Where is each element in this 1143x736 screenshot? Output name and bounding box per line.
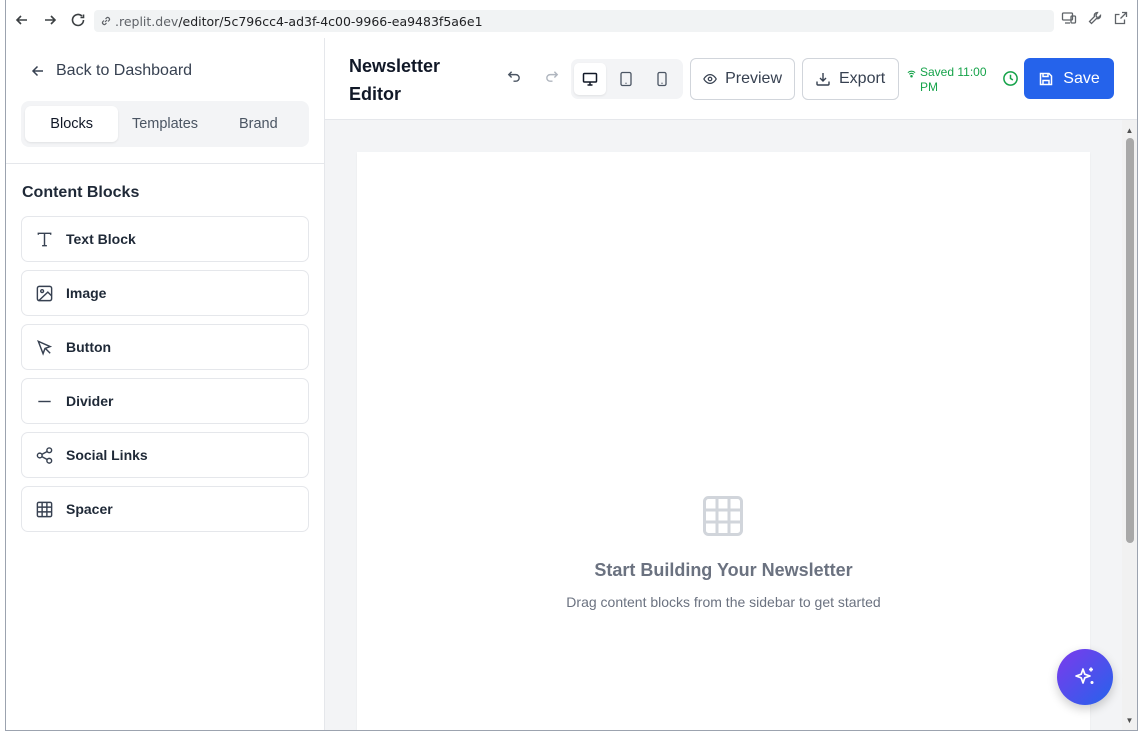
- sidebar-divider: [6, 163, 324, 164]
- save-icon: [1040, 72, 1053, 85]
- desktop-view-button[interactable]: [574, 63, 606, 95]
- block-label: Text Block: [66, 231, 136, 247]
- block-social-links[interactable]: Social Links: [21, 432, 309, 478]
- block-label: Divider: [66, 393, 114, 409]
- block-text[interactable]: Text Block: [21, 216, 309, 262]
- scroll-up-arrow-icon[interactable]: ▲: [1122, 122, 1137, 138]
- type-icon: [37, 232, 52, 246]
- editor-header: Newsletter Editor Preview Export Saved 1…: [325, 38, 1137, 120]
- sidebar: Back to Dashboard Blocks Templates Brand…: [6, 38, 325, 730]
- scrollbar-thumb[interactable]: [1126, 138, 1134, 543]
- browser-toolbar: .replit.dev/editor/5c796cc4-ad3f-4c00-99…: [6, 0, 1137, 38]
- save-label: Save: [1063, 69, 1100, 87]
- minus-icon: [38, 400, 51, 402]
- page-title: Newsletter Editor: [349, 56, 441, 104]
- reload-icon[interactable]: [64, 6, 92, 34]
- browser-actions: [1061, 10, 1129, 26]
- back-to-dashboard-link[interactable]: Back to Dashboard: [30, 62, 192, 80]
- clock-icon[interactable]: [1002, 70, 1019, 92]
- newsletter-page[interactable]: Start Building Your Newsletter Drag cont…: [357, 152, 1090, 730]
- block-label: Image: [66, 285, 107, 301]
- block-label: Spacer: [66, 501, 113, 517]
- wifi-icon: [907, 70, 916, 78]
- arrow-left-icon: [31, 65, 43, 77]
- device-toggle: [571, 59, 683, 99]
- grid-icon: [36, 501, 53, 517]
- eye-icon: [703, 73, 717, 85]
- url-domain: .replit.dev: [115, 13, 179, 29]
- back-label: Back to Dashboard: [56, 62, 193, 79]
- saved-text: Saved 11:00 PM: [920, 65, 987, 94]
- tab-templates[interactable]: Templates: [118, 106, 211, 142]
- external-link-icon[interactable]: [1113, 10, 1129, 26]
- forward-arrow-icon[interactable]: [36, 6, 64, 34]
- block-image[interactable]: Image: [21, 270, 309, 316]
- pointer-icon: [37, 339, 53, 356]
- tablet-view-button[interactable]: [610, 63, 642, 95]
- undo-icon[interactable]: [505, 68, 522, 90]
- back-arrow-icon[interactable]: [8, 6, 36, 34]
- share-icon: [36, 446, 53, 464]
- scroll-down-arrow-icon[interactable]: ▼: [1122, 712, 1137, 728]
- mobile-view-button[interactable]: [646, 63, 678, 95]
- empty-state-subtitle: Drag content blocks from the sidebar to …: [566, 594, 881, 610]
- save-status: Saved 11:00 PM: [907, 65, 995, 95]
- sidebar-tabs: Blocks Templates Brand: [21, 101, 309, 147]
- sparkles-icon: [1075, 667, 1094, 684]
- empty-state-title: Start Building Your Newsletter: [594, 560, 853, 580]
- link-icon: [101, 16, 111, 26]
- image-icon: [36, 285, 53, 301]
- monitor-icon: [582, 72, 598, 86]
- grid-icon: [702, 495, 744, 542]
- save-button[interactable]: Save: [1024, 58, 1114, 99]
- tab-blocks[interactable]: Blocks: [25, 106, 119, 142]
- wrench-icon[interactable]: [1087, 10, 1103, 26]
- block-label: Social Links: [66, 447, 148, 463]
- preview-label: Preview: [725, 70, 782, 87]
- block-label: Button: [66, 339, 112, 355]
- editor-canvas: Start Building Your Newsletter Drag cont…: [325, 120, 1122, 730]
- tablet-icon: [620, 71, 632, 87]
- export-label: Export: [839, 70, 886, 87]
- address-bar[interactable]: .replit.dev/editor/5c796cc4-ad3f-4c00-99…: [94, 10, 1054, 32]
- tab-brand[interactable]: Brand: [212, 106, 305, 142]
- url-path: /editor/5c796cc4-ad3f-4c00-9966-ea9483f5…: [178, 13, 483, 29]
- download-icon: [816, 73, 830, 86]
- content-blocks-list: Text Block Image Button Divider Social L…: [21, 216, 309, 540]
- block-divider[interactable]: Divider: [21, 378, 309, 424]
- export-button[interactable]: Export: [802, 58, 899, 100]
- canvas-scrollbar[interactable]: ▲ ▼: [1122, 120, 1137, 730]
- browser-window: .replit.dev/editor/5c796cc4-ad3f-4c00-99…: [5, 0, 1138, 731]
- preview-button[interactable]: Preview: [690, 58, 795, 100]
- block-button[interactable]: Button: [21, 324, 309, 370]
- devices-icon[interactable]: [1061, 10, 1077, 26]
- smartphone-icon: [657, 71, 667, 87]
- ai-assistant-button[interactable]: [1057, 649, 1113, 705]
- block-spacer[interactable]: Spacer: [21, 486, 309, 532]
- content-blocks-heading: Content Blocks: [22, 184, 140, 201]
- redo-icon[interactable]: [544, 68, 561, 90]
